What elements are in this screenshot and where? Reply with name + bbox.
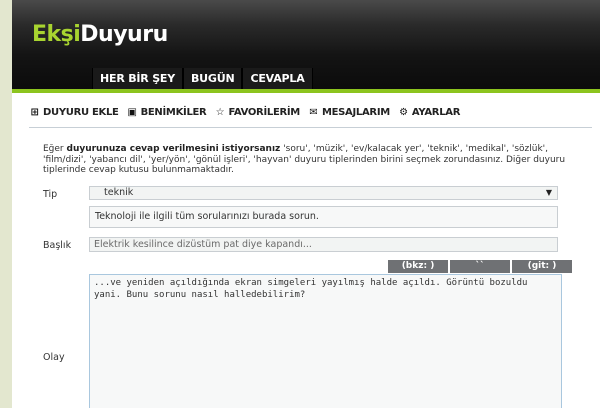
- top-navigation: HER BİR ŞEY BUGÜN CEVAPLA: [92, 68, 313, 90]
- menu-label: FAVORİLERİM: [228, 107, 300, 118]
- envelope-icon: ✉: [309, 106, 318, 118]
- dropdown-arrow-icon: ▼: [545, 188, 552, 197]
- bkz-button[interactable]: (bkz: ): [388, 260, 448, 273]
- type-select[interactable]: teknik ▼: [89, 186, 558, 200]
- site-logo[interactable]: EkşiDuyuru: [32, 22, 168, 47]
- menu-duyuru-ekle[interactable]: ⊞ DUYURU EKLE: [29, 106, 119, 118]
- type-description: Teknoloji ile ilgili tüm sorularınızı bu…: [89, 206, 558, 228]
- backtick-button[interactable]: ``: [450, 260, 510, 273]
- editor-toolbar: (bkz: ) `` (git: ): [388, 260, 572, 273]
- body-textarea[interactable]: ...ve yeniden açıldığında ekran simgeler…: [89, 274, 562, 408]
- body-label: Olay: [43, 352, 65, 363]
- nav-tab-cevapla[interactable]: CEVAPLA: [242, 68, 313, 90]
- main-content: ⊞ DUYURU EKLE ▣ BENİMKİLER ☆ FAVORİLERİM…: [12, 93, 600, 408]
- type-label: Tip: [43, 189, 58, 200]
- type-selected-value: teknik: [104, 187, 134, 198]
- my-posts-icon: ▣: [127, 106, 137, 118]
- intro-text: Eğer duyurunuza cevap verilmesini istiyo…: [43, 144, 566, 176]
- gear-icon: ⚙: [399, 106, 408, 118]
- add-post-icon: ⊞: [30, 106, 39, 118]
- title-label: Başlık: [43, 240, 72, 251]
- divider: [29, 127, 592, 128]
- nav-tab-her-bir-sey[interactable]: HER BİR ŞEY: [92, 68, 183, 90]
- menu-favorilerim[interactable]: ☆ FAVORİLERİM: [214, 106, 301, 118]
- menu-label: DUYURU EKLE: [43, 107, 119, 118]
- menu-benimkiler[interactable]: ▣ BENİMKİLER: [127, 107, 207, 118]
- git-button[interactable]: (git: ): [512, 260, 572, 273]
- menu-label: MESAJLARIM: [321, 107, 390, 118]
- menu-label: BENİMKİLER: [140, 107, 207, 118]
- menu-ayarlar[interactable]: ⚙ AYARLAR: [398, 107, 460, 118]
- menu-label: AYARLAR: [411, 107, 461, 118]
- user-menu: ⊞ DUYURU EKLE ▣ BENİMKİLER ☆ FAVORİLERİM…: [29, 107, 460, 118]
- site-header: EkşiDuyuru HER BİR ŞEY BUGÜN CEVAPLA: [12, 0, 600, 90]
- star-icon: ☆: [215, 106, 225, 118]
- menu-mesajlarim[interactable]: ✉ MESAJLARIM: [308, 107, 390, 118]
- title-input[interactable]: Elektrik kesilince dizüstüm pat diye kap…: [89, 237, 558, 252]
- nav-tab-bugun[interactable]: BUGÜN: [183, 68, 243, 90]
